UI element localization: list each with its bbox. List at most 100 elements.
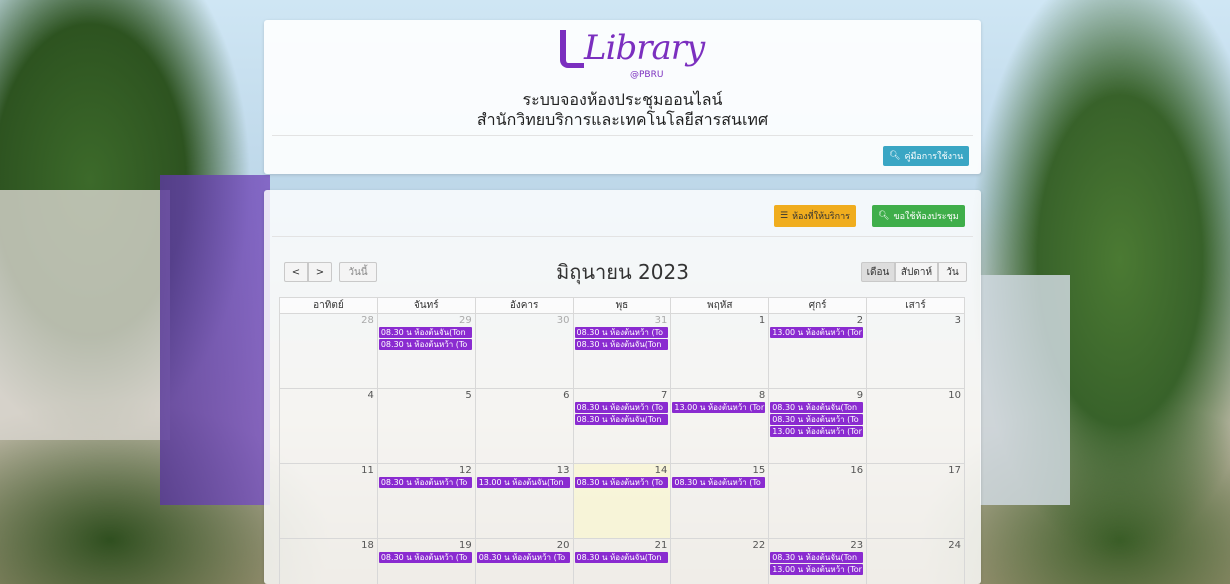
day-number: 19 — [458, 540, 472, 551]
booking-event[interactable]: 08.30 น ห้องต้นจัน(Ton — [574, 552, 668, 563]
day-number: 28 — [361, 315, 374, 326]
calendar-day-cell[interactable]: 17 — [866, 463, 965, 539]
calendar-body: 28 29 08.30 น ห้องต้นจัน(Ton 08.30 น ห้องต้… — [279, 313, 965, 584]
calendar-day-cell[interactable]: 16 — [768, 463, 868, 539]
booking-event[interactable]: 08.30 น ห้องต้นจัน(Ton — [574, 339, 668, 350]
weekday-header: พฤหัส — [670, 297, 770, 314]
booking-event[interactable]: 08.30 น ห้องต้นจัน(Ton — [770, 402, 864, 413]
booking-event[interactable]: 13.00 น ห้องต้นจัน(Ton — [476, 477, 570, 488]
background-building-purple — [160, 175, 270, 505]
calendar-day-cell[interactable]: 13 13.00 น ห้องต้นจัน(Ton — [474, 463, 574, 539]
calendar-day-cell[interactable]: 7 08.30 น ห้องต้นหว้า (To 08.30 น ห้องต้นจ… — [572, 388, 672, 464]
booking-event[interactable]: 08.30 น ห้องต้นจัน(Ton — [770, 552, 864, 563]
day-number: 30 — [556, 315, 570, 326]
calendar-day-cell[interactable]: 20 08.30 น ห้องต้นหว้า (To — [474, 538, 574, 584]
booking-event[interactable]: 08.30 น ห้องต้นหว้า (To — [770, 414, 864, 425]
booking-event[interactable]: 13.00 น ห้องต้นหว้า (Tor — [770, 327, 864, 338]
booking-event[interactable]: 08.30 น ห้องต้นหว้า (To — [574, 402, 668, 413]
day-number: 11 — [361, 465, 374, 476]
day-number: 5 — [465, 390, 472, 401]
calendar-day-cell[interactable]: 30 — [474, 313, 574, 389]
day-number: 14 — [654, 465, 668, 476]
day-number: 4 — [367, 390, 374, 401]
weekday-header: เสาร์ — [866, 297, 965, 314]
weekday-header: ศุกร์ — [768, 297, 868, 314]
calendar-day-cell[interactable]: 11 — [279, 463, 378, 539]
day-number: 7 — [661, 390, 668, 401]
calendar-day-cell[interactable]: 31 08.30 น ห้องต้นหว้า (To 08.30 น ห้องต้น… — [572, 313, 672, 389]
calendar-day-cell[interactable]: 28 — [279, 313, 378, 389]
logo-book-mark — [560, 30, 584, 68]
calendar-day-cell[interactable]: 8 13.00 น ห้องต้นหว้า (Tor — [670, 388, 770, 464]
day-number: 9 — [856, 390, 864, 401]
calendar-day-cell[interactable]: 10 — [866, 388, 965, 464]
day-number: 31 — [654, 315, 668, 326]
booking-event[interactable]: 08.30 น ห้องต้นหว้า (To — [574, 477, 668, 488]
calendar-day-cell[interactable]: 5 — [376, 388, 476, 464]
calendar-day-cell[interactable]: 19 08.30 น ห้องต้นหว้า (To — [376, 538, 476, 584]
booking-event[interactable]: 13.00 น ห้องต้นหว้า (Tor — [672, 402, 766, 413]
calendar-week-row: 18 19 08.30 น ห้องต้นหว้า (To 20 08.30 น ห้อ… — [279, 538, 965, 584]
view-day-button[interactable]: วัน — [938, 262, 967, 282]
calendar-day-cell[interactable]: 14 08.30 น ห้องต้นหว้า (To — [572, 463, 672, 539]
calendar-day-cell[interactable]: 12 08.30 น ห้องต้นหว้า (To — [376, 463, 476, 539]
weekday-header: พุธ — [572, 297, 672, 314]
day-number: 12 — [458, 465, 472, 476]
calendar-day-cell[interactable]: 18 — [279, 538, 378, 584]
weekday-header: อาทิตย์ — [279, 297, 378, 314]
calendar-week-row: 4 5 6 7 08.30 น ห้องต้นหว้า (To 08.30 น ห้องต… — [279, 388, 965, 464]
divider — [272, 135, 973, 136]
day-number: 18 — [361, 540, 374, 551]
booking-event[interactable]: 08.30 น ห้องต้นหว้า (To — [476, 552, 570, 563]
booking-event[interactable]: 08.30 น ห้องต้นหว้า (To — [672, 477, 766, 488]
request-room-label: ขอใช้ห้องประชุม — [893, 212, 959, 222]
view-week-button[interactable]: สัปดาห์ — [895, 262, 938, 282]
day-number: 3 — [954, 315, 961, 326]
day-number: 8 — [758, 390, 766, 401]
calendar-day-cell[interactable]: 4 — [279, 388, 378, 464]
weekday-header: จันทร์ — [376, 297, 476, 314]
rooms-label: ห้องที่ให้บริการ — [792, 212, 850, 222]
calendar-day-cell[interactable]: 1 — [670, 313, 770, 389]
request-room-button[interactable]: 🔍︎ ขอใช้ห้องประชุม — [872, 205, 965, 227]
booking-event[interactable]: 13.00 น ห้องต้นหว้า (Tor — [770, 426, 864, 437]
day-number: 22 — [752, 540, 766, 551]
calendar-day-cell[interactable]: 24 — [866, 538, 965, 584]
rooms-button[interactable]: ☰ ห้องที่ให้บริการ — [774, 205, 856, 227]
day-number: 13 — [556, 465, 570, 476]
view-month-button[interactable]: เดือน — [861, 262, 895, 282]
day-number: 10 — [948, 390, 961, 401]
booking-event[interactable]: 08.30 น ห้องต้นหว้า (To — [378, 477, 472, 488]
calendar-week-row: 28 29 08.30 น ห้องต้นจัน(Ton 08.30 น ห้องต้… — [279, 313, 965, 389]
list-icon: ☰ — [780, 211, 789, 221]
day-number: 1 — [758, 315, 766, 326]
booking-event[interactable]: 08.30 น ห้องต้นหว้า (To — [378, 339, 472, 350]
calendar-day-cell[interactable]: 15 08.30 น ห้องต้นหว้า (To — [670, 463, 770, 539]
calendar-day-cell[interactable]: 21 08.30 น ห้องต้นจัน(Ton — [572, 538, 672, 584]
booking-event[interactable]: 08.30 น ห้องต้นหว้า (To — [574, 327, 668, 338]
calendar-day-cell[interactable]: 9 08.30 น ห้องต้นจัน(Ton 08.30 น ห้องต้นหว… — [768, 388, 868, 464]
day-number: 23 — [850, 540, 864, 551]
day-number: 15 — [752, 465, 766, 476]
booking-event[interactable]: 08.30 น ห้องต้นหว้า (To — [378, 552, 472, 563]
weekday-header: อังคาร — [474, 297, 574, 314]
calendar-day-cell[interactable]: 23 08.30 น ห้องต้นจัน(Ton 13.00 น ห้องต้นห… — [768, 538, 868, 584]
day-number: 24 — [948, 540, 961, 551]
user-manual-label: คู่มือการใช้งาน — [904, 152, 964, 162]
calendar-day-cell[interactable]: 2 13.00 น ห้องต้นหว้า (Tor — [768, 313, 868, 389]
background-building — [0, 190, 170, 440]
calendar-day-cell[interactable]: 3 — [866, 313, 965, 389]
booking-event[interactable]: 08.30 น ห้องต้นจัน(Ton — [574, 414, 668, 425]
weekday-header-row: อาทิตย์ จันทร์ อังคาร พุธ พฤหัส ศุกร์ เสาร์ — [279, 297, 965, 314]
divider — [272, 236, 973, 237]
calendar-day-cell[interactable]: 6 — [474, 388, 574, 464]
day-number: 2 — [856, 315, 864, 326]
calendar-week-row: 11 12 08.30 น ห้องต้นหว้า (To 13 13.00 น ห้อ… — [279, 463, 965, 539]
calendar-day-cell[interactable]: 29 08.30 น ห้องต้นจัน(Ton 08.30 น ห้องต้นห… — [376, 313, 476, 389]
logo-subtext: @PBRU — [630, 70, 664, 80]
calendar-day-cell[interactable]: 22 — [670, 538, 770, 584]
search-icon: 🔍︎ — [878, 211, 890, 221]
booking-event[interactable]: 13.00 น ห้องต้นหว้า (Tor — [770, 564, 864, 575]
booking-event[interactable]: 08.30 น ห้องต้นจัน(Ton — [378, 327, 472, 338]
user-manual-button[interactable]: 🔍︎ คู่มือการใช้งาน — [883, 146, 970, 166]
